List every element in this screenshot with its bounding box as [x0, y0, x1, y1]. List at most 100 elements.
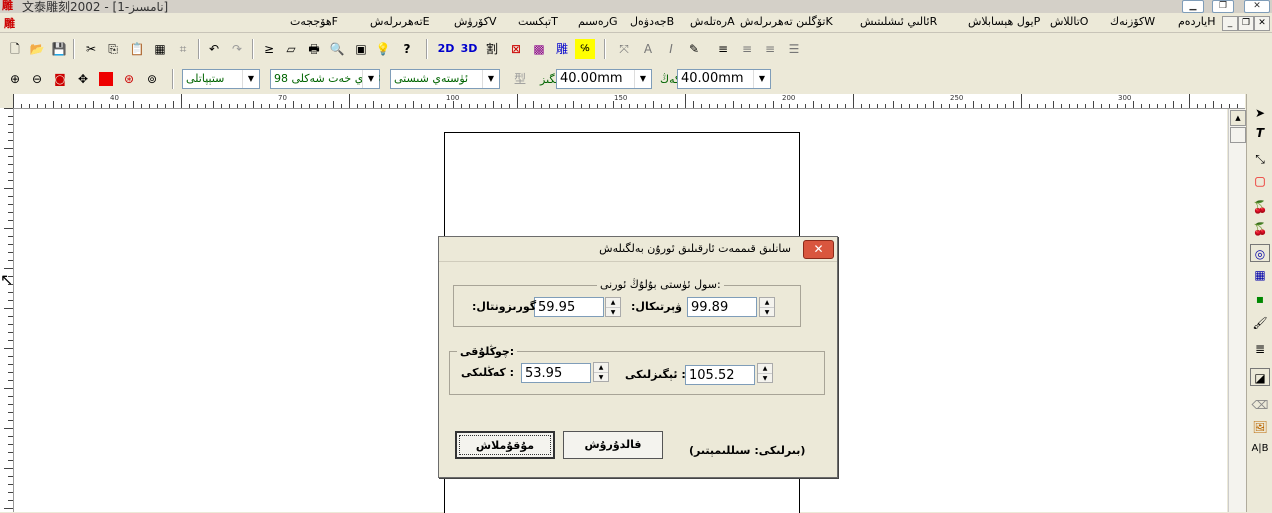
horizontal-spinner[interactable]: ▲ ▼: [605, 297, 621, 317]
carve-icon[interactable]: 雕: [552, 39, 572, 59]
menu-text[interactable]: تېكستT: [518, 15, 558, 28]
height-spinner[interactable]: ▲ ▼: [757, 363, 773, 383]
image-tool-icon[interactable]: 🖼: [1250, 418, 1270, 436]
menu-help[interactable]: ياردەمH: [1178, 15, 1215, 28]
zoom-out-icon[interactable]: ⊖: [27, 69, 47, 89]
lasso-icon[interactable]: ◎: [1250, 244, 1270, 262]
print-icon[interactable]: 🖶: [304, 39, 324, 59]
pan-icon[interactable]: ✥: [73, 69, 93, 89]
menu-advanced[interactable]: ئالىي ئىشلىتىشR: [860, 15, 937, 28]
script-combo[interactable]: ئۈستەي شىستى ▼: [390, 69, 500, 89]
spin-up-icon[interactable]: ▲: [606, 298, 620, 308]
menu-file[interactable]: ھۆججەتF: [290, 15, 338, 28]
format-icon[interactable]: ⌗: [173, 39, 193, 59]
ok-button[interactable]: مۇقۇملاش: [455, 431, 555, 459]
menu-arrange[interactable]: رەتلەشA: [690, 15, 735, 28]
width-input[interactable]: 53.95: [521, 363, 591, 383]
cancel-button[interactable]: قالدۇرۇش: [563, 431, 663, 459]
width-spinner[interactable]: ▲ ▼: [593, 362, 609, 382]
spin-down-icon[interactable]: ▼: [760, 308, 774, 317]
dialog-close-button[interactable]: ✕: [803, 240, 834, 259]
spin-down-icon[interactable]: ▼: [758, 374, 772, 383]
edit-text-icon[interactable]: ✎: [684, 39, 704, 59]
mode-3d-button[interactable]: 3D: [459, 39, 479, 59]
paragraph-icon[interactable]: ≣: [1250, 340, 1270, 358]
menu-window[interactable]: كۆزنەكW: [1110, 15, 1155, 28]
spin-up-icon[interactable]: ▲: [760, 298, 774, 308]
paste-icon[interactable]: 📋: [127, 39, 147, 59]
zoom-in-icon[interactable]: ⊕: [5, 69, 25, 89]
font-combo[interactable]: 98 ئادەي خەت شەكلى ▼: [270, 69, 380, 89]
spin-down-icon[interactable]: ▼: [594, 373, 608, 382]
font-a-icon[interactable]: A: [638, 39, 658, 59]
copy-icon[interactable]: ⎘: [103, 39, 123, 59]
spin-up-icon[interactable]: ▲: [594, 363, 608, 373]
vertical-input[interactable]: 99.89: [687, 297, 757, 317]
style-combo[interactable]: ستېپاتلى ▼: [182, 69, 260, 89]
undo-icon[interactable]: ↶: [204, 39, 224, 59]
page-icon[interactable]: ▱: [281, 39, 301, 59]
select-arrow-icon[interactable]: ➤: [1250, 104, 1270, 122]
selection-box[interactable]: [540, 478, 638, 479]
spin-down-icon[interactable]: ▼: [606, 308, 620, 317]
ab-text-icon[interactable]: A|B: [1250, 440, 1270, 458]
scroll-up-button[interactable]: ▲: [1230, 110, 1246, 126]
minimize-button[interactable]: ▁: [1182, 0, 1204, 13]
menu-node-edit[interactable]: تۆگلىن تەھرىرلەشK: [740, 15, 833, 28]
menu-path[interactable]: يول ھېسابلاشP: [968, 15, 1040, 28]
vertical-scrollbar[interactable]: ▲: [1228, 109, 1246, 512]
menu-edit[interactable]: تەھرىرلەشE: [370, 15, 430, 28]
width-combo[interactable]: 40.00mm ▼: [677, 69, 771, 89]
text-tool-icon[interactable]: T: [1250, 124, 1270, 142]
clipboard-icon[interactable]: ▦: [150, 39, 170, 59]
menu-select[interactable]: تاللاشO: [1050, 15, 1088, 28]
help-icon[interactable]: ?: [397, 39, 417, 59]
redo-icon[interactable]: ↷: [227, 39, 247, 59]
color-icon[interactable]: ▩: [529, 39, 549, 59]
palette-icon[interactable]: ▪: [1250, 290, 1270, 308]
vertical-spinner[interactable]: ▲ ▼: [759, 297, 775, 317]
zoom-page-icon[interactable]: ⊛: [119, 69, 139, 89]
rectangle-tool-icon[interactable]: ▢: [1250, 172, 1270, 190]
align-center-icon[interactable]: ≡: [737, 39, 757, 59]
transform-icon[interactable]: ⤧: [614, 39, 634, 59]
red-square-icon[interactable]: [99, 72, 113, 86]
send-icon[interactable]: ≥: [259, 39, 279, 59]
mode-2d-button[interactable]: 2D: [436, 39, 456, 59]
new-icon[interactable]: 🗋: [5, 39, 25, 59]
bulb-icon[interactable]: 💡: [373, 39, 393, 59]
scroll-thumb[interactable]: [1230, 127, 1246, 143]
type-icon[interactable]: 型: [510, 69, 530, 89]
mdi-close-button[interactable]: ✕: [1254, 16, 1270, 31]
align-right-icon[interactable]: ≡: [760, 39, 780, 59]
save-icon[interactable]: 💾: [49, 39, 69, 59]
zoom-fit-icon[interactable]: ◙: [50, 69, 70, 89]
mdi-minimize-button[interactable]: _: [1222, 16, 1238, 31]
mirror-icon[interactable]: ⊠: [506, 39, 526, 59]
close-window-button[interactable]: ✕: [1244, 0, 1270, 13]
italic-icon[interactable]: I: [661, 39, 681, 59]
node-edit-icon[interactable]: ⤡: [1250, 150, 1270, 168]
preview-icon[interactable]: 🔍: [327, 39, 347, 59]
horizontal-input[interactable]: 59.95: [534, 297, 604, 317]
cherry-alt-icon[interactable]: 🍒: [1250, 220, 1270, 238]
align-justify-icon[interactable]: ☰: [784, 39, 804, 59]
height-combo[interactable]: 40.00mm ▼: [556, 69, 652, 89]
open-icon[interactable]: 📂: [27, 39, 47, 59]
align-left-icon[interactable]: ≡: [713, 39, 733, 59]
menu-image[interactable]: رەسىمG: [578, 15, 617, 28]
engrave-icon[interactable]: 割: [482, 39, 502, 59]
properties-icon[interactable]: ▣: [351, 39, 371, 59]
eraser-icon[interactable]: ⌫: [1250, 396, 1270, 414]
fill-icon[interactable]: 🖌: [1250, 314, 1270, 332]
menu-table[interactable]: جەدۋەلB: [630, 15, 674, 28]
table-tool-icon[interactable]: ▦: [1250, 266, 1270, 284]
height-input[interactable]: 105.52: [685, 365, 755, 385]
mdi-restore-button[interactable]: ❐: [1238, 16, 1254, 31]
cherry-icon[interactable]: 🍒: [1250, 198, 1270, 216]
cut-icon[interactable]: ✂: [81, 39, 101, 59]
maximize-button[interactable]: ❐: [1212, 0, 1234, 13]
spin-up-icon[interactable]: ▲: [758, 364, 772, 374]
menu-view[interactable]: كۆرۈشV: [454, 15, 497, 28]
node-icon[interactable]: ℅: [575, 39, 595, 59]
